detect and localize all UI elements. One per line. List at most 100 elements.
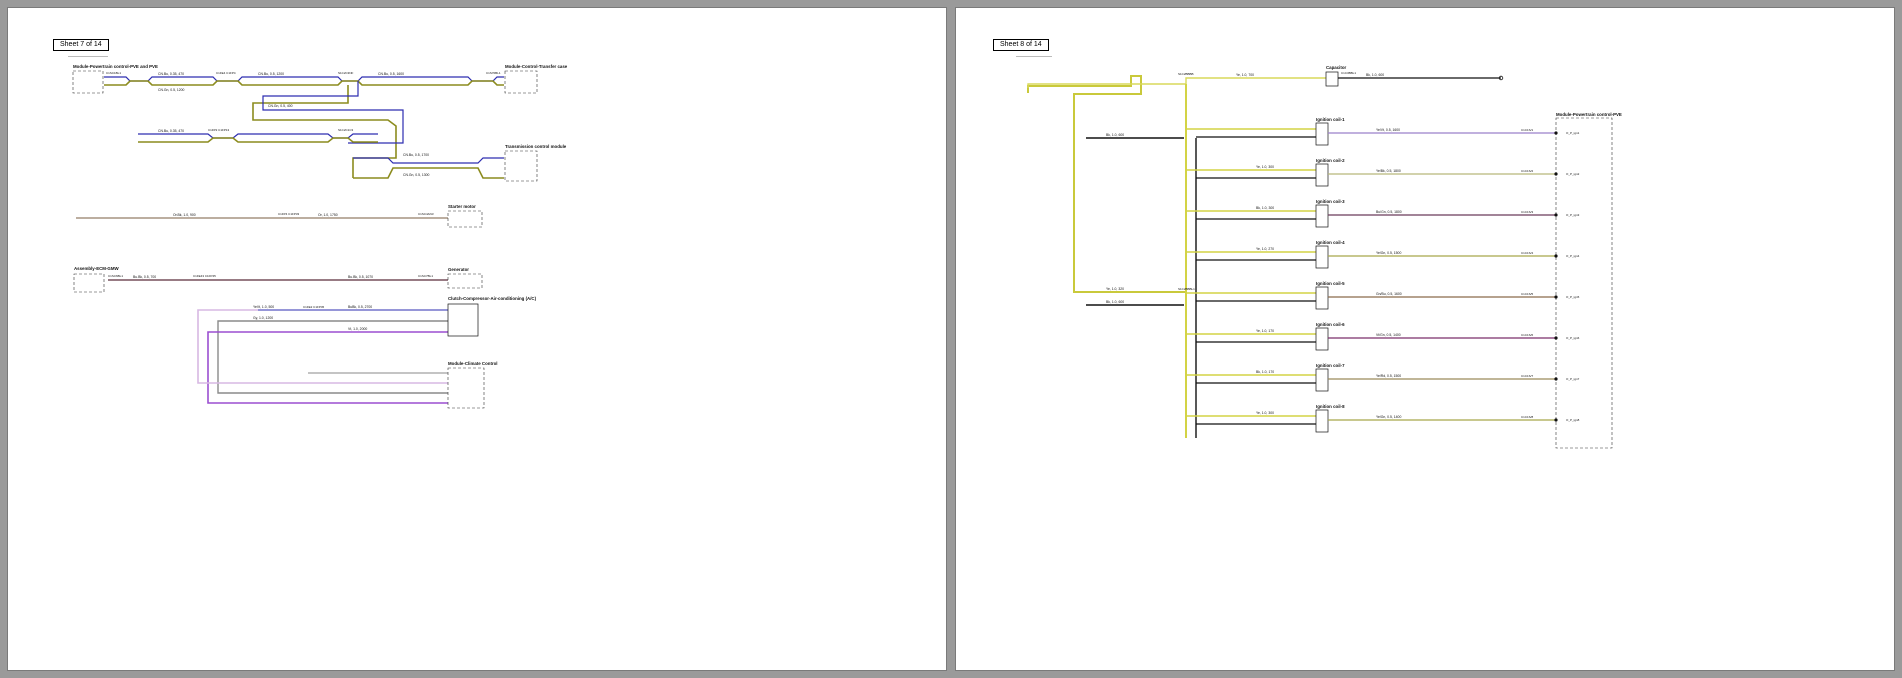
- pcm-label-sheet8: Module-Powertrain control-PVE: [1556, 112, 1622, 117]
- ignition-coil-row: Ignition coil-5 Gn/Bu, 0.5, 1600 C1C1S/5 O_…: [1186, 281, 1580, 310]
- clutch-box[interactable]: [447, 303, 479, 337]
- ignition-coil-label: Ignition coil-4: [1316, 240, 1345, 245]
- ground-wire-label: Bk, 1.0, 600: [1366, 73, 1384, 77]
- ignition-coil-row: Ignition coil-6 Vt/Gn, 0.5, 1400 C1C1S/6 O_…: [1186, 322, 1580, 351]
- pcm-pin-label: C1C1S/5: [1521, 292, 1534, 296]
- clutch-wires[interactable]: [197, 309, 448, 404]
- pin-p5: C1FP2 C1FP13: [208, 128, 230, 132]
- pcm-signal-label: O_P_ign3: [1566, 213, 1580, 217]
- wire-label-w14: BuBk, 0.5, 2700: [348, 305, 372, 309]
- ignition-coil-box[interactable]: [1315, 327, 1329, 351]
- pin-p4: C1S70BL1: [486, 71, 501, 75]
- wire-label-w8: CN.Gn, 0.5, 1300: [403, 173, 430, 177]
- pcm-signal-label: O_P_ign5: [1566, 295, 1580, 299]
- branch-wire-label: Bk, 1.0, 170: [1256, 370, 1274, 374]
- pcm-signal-label: O_P_ign4: [1566, 254, 1580, 258]
- ignition-coil-row: Ignition coil-4 Ye/Gn, 0.5, 1500 C1C1S/4 O_…: [1186, 240, 1580, 269]
- pcm-pin-icon: [1554, 418, 1558, 422]
- feed-wire-label-2: Ye, 1.0, 320: [1106, 287, 1124, 291]
- ignition-coil-label: Ignition coil-2: [1316, 158, 1345, 163]
- ignition-coil-box[interactable]: [1315, 409, 1329, 433]
- wire-label-w10: Or, 1.0, 1750: [318, 213, 338, 217]
- ignition-wire-label: Ye/Vt, 0.5, 1600: [1376, 128, 1400, 132]
- pin-p7: C1FP4 C1FP33: [278, 212, 300, 216]
- ignition-coil-row: Ignition coil-3 Bu/Gn, 0.5, 1800 C1C1S/3 O_…: [1186, 199, 1580, 228]
- can-pair-upper[interactable]: [104, 76, 504, 86]
- clutch-label: Clutch-Compressor-Air-conditioning (A/C): [448, 296, 537, 301]
- pcm-pin-icon: [1554, 131, 1558, 135]
- starter-label: Starter motor: [448, 204, 476, 209]
- wire-label-w15: Vt, 1.0, 2000: [348, 327, 367, 331]
- ignition-coil-label: Ignition coil-8: [1316, 404, 1345, 409]
- capacitor-pin-label: C1C3BBL1: [1341, 71, 1356, 75]
- wire-label-w4: CN.Gn, 0.5, 1200: [158, 88, 185, 92]
- feed-loop-wires[interactable]: [1027, 75, 1501, 306]
- branch-wire-label: Ye, 1.0, 270: [1256, 247, 1274, 251]
- pcm-pin-label: C1C1S/4: [1521, 251, 1534, 255]
- pcm-label: Module-Powertrain control-PVE and PVE: [73, 64, 158, 69]
- tcm-box[interactable]: [504, 150, 538, 182]
- pin-p8: C1SC4AN3: [418, 212, 434, 216]
- wire-label-w9: Or.Bk, 1.0, 900: [173, 213, 196, 217]
- pcm-box[interactable]: [72, 70, 104, 94]
- pin-p1: C1SC1BL1: [106, 71, 121, 75]
- pcm-pin-icon: [1554, 336, 1558, 340]
- wire-label-w16: Gy, 1.0, 1200: [253, 316, 273, 320]
- wire-label-w5: CN.Gn, 0.5, 400: [268, 104, 293, 108]
- wire-label-w13: YeVt, 1.0, 500: [253, 305, 274, 309]
- wire-label-w12: Bu.Bk, 0.5, 1070: [348, 275, 373, 279]
- ground-wire-label-2: Bk, 1.0, 600: [1106, 133, 1124, 137]
- generator-label: Generator: [448, 267, 469, 272]
- splice-label-1: S1C2BBBB: [1178, 72, 1194, 76]
- ignition-coil-label: Ignition coil-6: [1316, 322, 1345, 327]
- ignition-coil-box[interactable]: [1315, 245, 1329, 269]
- pcm-signal-label: O_P_ign2: [1566, 172, 1580, 176]
- sheet-7-diagram: Module-Powertrain control-PVE and PVE Mo…: [72, 64, 568, 409]
- can-branch[interactable]: [252, 81, 404, 178]
- transfer-case-box[interactable]: [504, 70, 538, 94]
- can-pair-middle[interactable]: [138, 133, 378, 143]
- ignition-coil-box[interactable]: [1315, 286, 1329, 310]
- pin-p6: S1C2C1C3: [338, 128, 354, 132]
- ignition-coil-label: Ignition coil-1: [1316, 117, 1345, 122]
- pcm-pin-label: C1C1S/2: [1521, 169, 1534, 173]
- pcm-pin-label: C1C1S/8: [1521, 415, 1534, 419]
- tcm-label: Transmission control module: [505, 144, 567, 149]
- branch-wire-label: Ye, 1.0, 300: [1256, 411, 1274, 415]
- sheet-8-diagram: Ignition coil-1 Ye/Vt, 0.5, 1600 C1C1S/1 O_…: [1027, 65, 1622, 449]
- ignition-wire-label: Ye/Gn, 0.5, 1400: [1376, 415, 1401, 419]
- pin-p11: C1SC7BL1: [418, 274, 433, 278]
- ignition-wire-label: Ye/Bk, 0.5, 1800: [1376, 169, 1401, 173]
- capacitor-box[interactable]: [1325, 71, 1339, 87]
- splice-label-2: S1C2BBBL1: [1178, 287, 1195, 291]
- assembly-label: Assembly-ECM-GMW: [74, 266, 119, 271]
- generator-box[interactable]: [447, 273, 483, 289]
- transfer-label: Module-Control-Transfer case: [505, 64, 568, 69]
- pcm-pin-label: C1C1S/1: [1521, 128, 1534, 132]
- feed-wire-label: Ye, 1.0, 700: [1236, 73, 1254, 77]
- ignition-coil-box[interactable]: [1315, 163, 1329, 187]
- ignition-bus[interactable]: [1185, 84, 1197, 438]
- wire-label-w1: CN.Bu, 0.35, 470: [158, 72, 184, 76]
- pcm-pin-label: C1C1S/3: [1521, 210, 1534, 214]
- capacitor-label: Capacitor: [1326, 65, 1347, 70]
- pin-p2: C1FE4 C1FP4: [216, 71, 236, 75]
- branch-wire-label: Ye, 1.0, 300: [1256, 165, 1274, 169]
- ignition-coil-box[interactable]: [1315, 204, 1329, 228]
- wire-label-w3: CN.Bu, 0.5, 1600: [378, 72, 404, 76]
- assembly-ecm-box[interactable]: [73, 273, 105, 293]
- ignition-coil-label: Ignition coil-3: [1316, 199, 1345, 204]
- pcm-signal-label: O_P_ign8: [1566, 418, 1580, 422]
- ignition-coil-box[interactable]: [1315, 368, 1329, 392]
- pcm-pin-icon: [1554, 295, 1558, 299]
- climate-box[interactable]: [447, 367, 485, 409]
- pcm-signal-label: O_P_ign6: [1566, 336, 1580, 340]
- ignition-wire-label: Bu/Gn, 0.5, 1800: [1376, 210, 1402, 214]
- ignition-wire-label: Vt/Gn, 0.5, 1400: [1376, 333, 1401, 337]
- ignition-coil-box[interactable]: [1315, 122, 1329, 146]
- wire-label-w6: CN.Bu, 0.35, 470: [158, 129, 184, 133]
- pcm-box-sheet8[interactable]: [1555, 117, 1613, 449]
- starter-box[interactable]: [447, 210, 483, 228]
- pin-p3: S1C2C3NF: [338, 71, 354, 75]
- pcm-pin-label: C1C1S/6: [1521, 333, 1534, 337]
